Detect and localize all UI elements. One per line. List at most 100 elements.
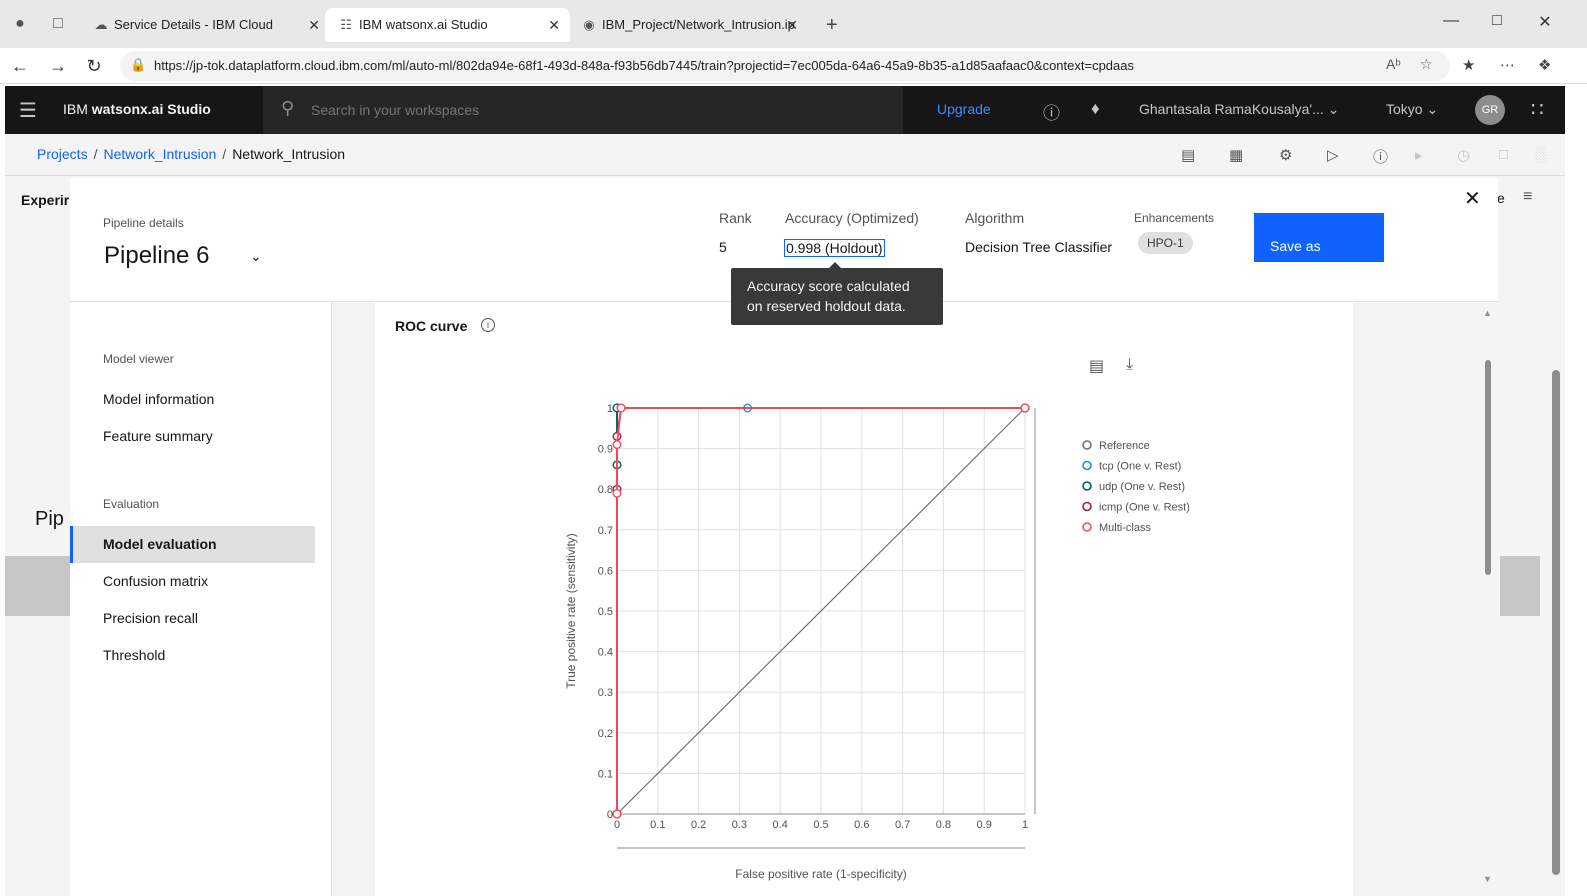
browser-tab-ibm-cloud[interactable]: ☁ Service Details - IBM Cloud ✕ <box>80 8 330 42</box>
accuracy-value[interactable]: 0.998 (Holdout) <box>784 239 885 257</box>
model-viewer-label: Model viewer <box>103 352 174 366</box>
maximize-icon[interactable]: □ <box>1482 12 1512 30</box>
roc-panel: 0 0.1 0.2 0.3 0.4 0.5 0.6 0.7 0.8 0.9 1 0 0.1 0.2 0.3 0… <box>375 302 1353 896</box>
x-tick-label: 0.3 <box>732 819 747 831</box>
nav-item-precision-recall[interactable]: Precision recall <box>70 600 315 637</box>
url-field[interactable]: 🔒 https://jp-tok.dataplatform.cloud.ibm.… <box>120 51 1450 81</box>
legend-marker <box>1082 501 1092 512</box>
breadcrumb-project[interactable]: Network_Intrusion <box>103 146 216 162</box>
nav-item-model-evaluation[interactable]: Model evaluation <box>70 526 315 563</box>
legend-marker <box>1082 481 1092 491</box>
nav-item-feature-summary[interactable]: Feature summary <box>70 418 315 455</box>
copilot-icon[interactable]: ❖ <box>1538 56 1551 74</box>
avatar[interactable]: GR <box>1475 95 1505 125</box>
close-icon[interactable]: ✕ <box>1464 186 1481 211</box>
scroll-up-icon[interactable]: ▲ <box>1483 308 1492 318</box>
account-switcher[interactable]: Ghantasala RamaKousalya'... ⌄ <box>1139 101 1339 118</box>
address-bar: ← → ↻ 🔒 https://jp-tok.dataplatform.clou… <box>0 48 1587 84</box>
x-tick-label: 0 <box>614 819 620 831</box>
accuracy-tooltip: Accuracy score calculated on reserved ho… <box>731 262 943 325</box>
legend-label: Reference <box>1099 440 1150 452</box>
save-as-button[interactable]: Save as <box>1254 213 1384 262</box>
reload-icon[interactable]: ↻ <box>82 54 106 78</box>
pipeline-name[interactable]: Pipeline 6 <box>104 242 209 270</box>
y-tick-label: 0.7 <box>598 525 613 537</box>
y-tick-label: 0.3 <box>598 687 613 699</box>
x-tick-label: 0.8 <box>936 819 951 831</box>
legend-marker <box>1082 440 1092 450</box>
tab-title: Service Details - IBM Cloud <box>114 17 273 32</box>
browser-tab-watsonx[interactable]: ☷ IBM watsonx.ai Studio ✕ <box>325 8 570 42</box>
y-tick-label: 0.8 <box>598 484 613 496</box>
modal-scrollbar[interactable]: ▲ ▼ <box>1483 308 1493 888</box>
app-header: ☰ IBM watsonx.ai Studio ⚲ Upgrade ⓘ ♦ Gh… <box>5 86 1565 134</box>
scrollbar-thumb[interactable] <box>1552 370 1560 875</box>
chevron-down-icon[interactable]: ⌄ <box>250 248 262 265</box>
table-row <box>5 556 71 616</box>
pipeline-label: Pip <box>35 508 64 530</box>
info-icon[interactable]: i <box>481 318 495 332</box>
window-close-icon[interactable]: ✕ <box>1530 12 1560 32</box>
x-tick-label: 0.9 <box>977 819 992 831</box>
x-tick-label: 0.6 <box>854 819 869 831</box>
data-point <box>616 403 626 413</box>
filter-icon[interactable]: ≡ <box>1523 188 1532 206</box>
url-text: https://jp-tok.dataplatform.cloud.ibm.co… <box>154 58 1134 73</box>
region-switcher[interactable]: Tokyo ⌄ <box>1386 101 1438 118</box>
close-tab-icon[interactable]: ✕ <box>548 8 560 42</box>
close-tab-icon[interactable]: ✕ <box>308 8 320 42</box>
legend-label: tcp (One v. Rest) <box>1099 461 1181 473</box>
brand-name: watsonx.ai Studio <box>91 101 211 117</box>
profile-icon[interactable]: ● <box>10 14 30 34</box>
favorite-icon[interactable]: ☆ <box>1420 56 1433 73</box>
enhancement-tag: HPO-1 <box>1138 232 1193 254</box>
tab-title: IBM watsonx.ai Studio <box>359 17 488 32</box>
back-icon[interactable]: ← <box>8 54 32 78</box>
nav-item-confusion-matrix[interactable]: Confusion matrix <box>70 563 315 600</box>
page-scrollbar[interactable] <box>1549 176 1563 886</box>
more-icon[interactable]: ⋯ <box>1500 56 1515 74</box>
search-input[interactable] <box>311 98 871 122</box>
table-row <box>1500 556 1540 616</box>
app-switcher-icon[interactable]: ∷ <box>1531 97 1544 122</box>
download-icon[interactable]: ⤓ <box>1126 356 1133 374</box>
run-icon[interactable]: ▷ <box>1327 146 1339 164</box>
nav-item-model-information[interactable]: Model information <box>70 381 315 418</box>
data-point <box>612 488 622 498</box>
new-tab-icon[interactable]: + <box>826 8 838 42</box>
table-view-icon[interactable]: ▤ <box>1089 356 1104 376</box>
close-tab-icon[interactable]: ✕ <box>786 8 798 42</box>
settings-icon[interactable]: ⚙ <box>1279 146 1292 164</box>
cloud-icon: ☁ <box>94 17 108 32</box>
roc-title: ROC curve <box>395 318 468 334</box>
evaluation-label: Evaluation <box>103 497 160 511</box>
upgrade-link[interactable]: Upgrade <box>937 101 991 117</box>
scroll-down-icon[interactable]: ▼ <box>1483 874 1492 884</box>
forward-icon[interactable]: → <box>46 54 70 78</box>
help-icon[interactable]: ⓘ <box>1043 99 1060 124</box>
product-name[interactable]: IBM watsonx.ai Studio <box>63 101 211 117</box>
notification-icon[interactable]: ♦ <box>1091 99 1100 119</box>
breadcrumb-current: Network_Intrusion <box>232 146 346 162</box>
favorites-icon[interactable]: ★ <box>1462 56 1475 74</box>
workspaces-icon[interactable]: □ <box>48 14 68 34</box>
network-icon: ☷ <box>340 17 352 32</box>
browser-tab-github[interactable]: ◉ IBM_Project/Network_Intrusion.ip ✕ <box>568 8 808 42</box>
read-aloud-icon[interactable]: Aᵇ <box>1386 56 1401 72</box>
y-tick-label: 0.6 <box>598 565 613 577</box>
calendar-icon[interactable]: ▦ <box>1229 146 1243 164</box>
scrollbar-thumb[interactable] <box>1485 360 1491 575</box>
rank-label: Rank <box>719 210 752 226</box>
breadcrumb-separator: / <box>222 146 227 162</box>
minimize-icon[interactable]: — <box>1436 12 1466 30</box>
y-tick-label: 0.2 <box>598 728 613 740</box>
nav-item-threshold[interactable]: Threshold <box>70 637 315 674</box>
model-sidenav: Model viewer Model information Feature s… <box>70 302 332 896</box>
save-icon[interactable]: ▤ <box>1181 146 1195 164</box>
breadcrumb-projects[interactable]: Projects <box>37 146 88 162</box>
right-label: e <box>1497 190 1505 206</box>
account-name: Ghantasala RamaKousalya'... <box>1139 101 1324 117</box>
lock-icon[interactable]: 🔒 <box>130 57 146 73</box>
info-icon[interactable]: ⓘ <box>1373 146 1388 167</box>
menu-icon[interactable]: ☰ <box>19 98 37 123</box>
